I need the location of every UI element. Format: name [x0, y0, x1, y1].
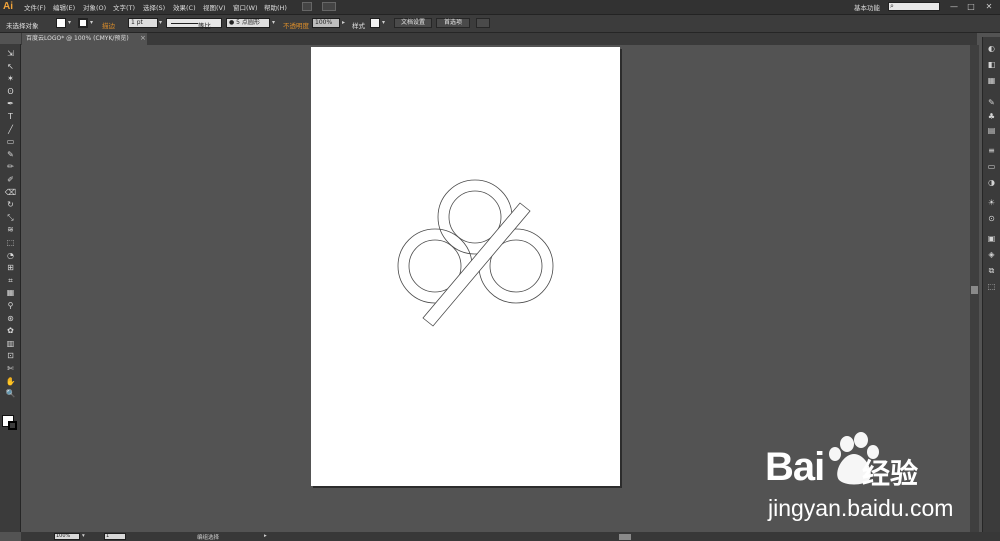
appearance-icon[interactable]: ☀: [986, 198, 997, 208]
selection-status: 未选择对象: [6, 22, 39, 30]
arrange-documents-button[interactable]: [322, 2, 336, 11]
vertical-scroll-thumb[interactable]: [971, 286, 978, 294]
transform-options-button[interactable]: [476, 18, 490, 28]
rotate-icon[interactable]: ↻: [4, 199, 17, 210]
mesh-icon[interactable]: ⌗: [4, 275, 17, 286]
opacity-field[interactable]: 100%: [312, 18, 340, 28]
bridge-button[interactable]: [302, 2, 312, 11]
pen-icon[interactable]: ✒: [4, 98, 17, 109]
brushes-icon[interactable]: ✎: [986, 98, 997, 108]
hand-icon[interactable]: ✋: [4, 376, 17, 387]
menu-item-select[interactable]: 选择(S): [143, 2, 165, 12]
brush-definition-field[interactable]: ● 5 点圆形: [226, 18, 270, 28]
chevron-down-icon[interactable]: ▾: [90, 19, 93, 26]
magic-wand-icon[interactable]: ✶: [4, 73, 17, 84]
transparency-icon[interactable]: ◑: [986, 178, 997, 188]
align-icon[interactable]: ◈: [986, 250, 997, 260]
menu-item-help[interactable]: 帮助(H): [264, 2, 287, 12]
maximize-button[interactable]: □: [963, 1, 979, 12]
stroke-swatch[interactable]: [78, 18, 88, 28]
artboards-icon[interactable]: ▣: [986, 234, 997, 244]
shape-builder-icon[interactable]: ◔: [4, 250, 17, 261]
transform-icon[interactable]: ⬚: [986, 282, 997, 292]
chevron-right-icon[interactable]: ▸: [342, 19, 345, 26]
watermark-brand-text: Bai: [765, 445, 825, 489]
pathfinder-icon[interactable]: ⧉: [986, 266, 997, 276]
document-tab[interactable]: 百度云LOGO* @ 100% (CMYK/预览): [22, 33, 147, 45]
status-text: 编组选择: [197, 535, 220, 541]
watermark-brand-suffix: 经验: [862, 457, 919, 490]
style-label: 样式: [352, 22, 365, 30]
stroke-profile-label: 等比: [198, 22, 211, 30]
perspective-grid-icon[interactable]: ⊞: [4, 262, 17, 273]
layers-icon[interactable]: ⊙: [986, 214, 997, 224]
artboard-icon[interactable]: ⊡: [4, 350, 17, 361]
stroke-weight-field[interactable]: 1 pt: [128, 18, 158, 28]
scale-icon[interactable]: ⤡: [4, 212, 17, 223]
close-window-button[interactable]: ✕: [981, 1, 997, 12]
stroke-profile-field[interactable]: [166, 18, 222, 28]
color-guide-icon[interactable]: ◧: [986, 60, 997, 70]
status-menu-arrow-icon[interactable]: ▸: [264, 533, 267, 539]
zoom-field[interactable]: 100%: [54, 533, 80, 540]
zoom-icon[interactable]: 🔍: [4, 388, 17, 399]
direct-selection-icon[interactable]: ↖: [4, 61, 17, 72]
blend-icon[interactable]: ⊛: [4, 313, 17, 324]
eyedropper-icon[interactable]: ⚲: [4, 300, 17, 311]
graphic-style-swatch[interactable]: [370, 18, 380, 28]
color-icon[interactable]: ◐: [986, 44, 997, 54]
workspace-switcher[interactable]: 基本功能: [854, 2, 880, 12]
line-segment-icon[interactable]: ╱: [4, 124, 17, 135]
horizontal-scroll-thumb[interactable]: [619, 534, 631, 540]
search-icon: ⌕: [890, 2, 894, 10]
chevron-down-icon[interactable]: ▾: [272, 19, 275, 26]
preferences-button[interactable]: 首选项: [436, 18, 470, 28]
rectangle-icon[interactable]: ▭: [4, 136, 17, 147]
blob-brush-icon[interactable]: ✐: [4, 174, 17, 185]
opacity-label[interactable]: 不透明度: [283, 20, 309, 30]
document-tab-bar: [21, 33, 977, 45]
selection-arrow-icon[interactable]: ⇲: [4, 48, 17, 59]
column-graph-icon[interactable]: ▥: [4, 338, 17, 349]
stroke-color-box[interactable]: [8, 421, 17, 430]
warp-icon[interactable]: ≋: [4, 224, 17, 235]
menu-item-object[interactable]: 对象(O): [83, 2, 106, 12]
artboard-navigation-field[interactable]: 1: [104, 533, 126, 540]
chevron-down-icon[interactable]: ▾: [82, 533, 85, 539]
status-bar: [21, 532, 1000, 541]
stroke-label[interactable]: 描边: [102, 20, 115, 30]
eraser-icon[interactable]: ⌫: [4, 187, 17, 198]
lasso-icon[interactable]: ʘ: [4, 86, 17, 97]
search-input[interactable]: [888, 2, 940, 11]
free-transform-icon[interactable]: ⬚: [4, 237, 17, 248]
type-icon[interactable]: T: [4, 111, 17, 122]
document-setup-button[interactable]: 文档设置: [394, 18, 432, 28]
menu-item-type[interactable]: 文字(T): [113, 2, 135, 12]
minimize-button[interactable]: —: [946, 1, 962, 12]
diagonal-bar: [422, 202, 531, 327]
menu-item-file[interactable]: 文件(F): [24, 2, 46, 12]
logo-artwork[interactable]: [311, 47, 620, 486]
app-logo: Ai: [3, 1, 13, 12]
fill-swatch[interactable]: [56, 18, 66, 28]
paintbrush-icon[interactable]: ✎: [4, 149, 17, 160]
stroke-icon[interactable]: ≡: [986, 146, 997, 156]
chevron-down-icon[interactable]: ▾: [382, 19, 385, 26]
chevron-down-icon[interactable]: ▾: [68, 19, 71, 26]
menu-item-effect[interactable]: 效果(C): [173, 2, 196, 12]
gradient-icon[interactable]: ▦: [4, 287, 17, 298]
pencil-icon[interactable]: ✏: [4, 161, 17, 172]
close-icon[interactable]: ×: [140, 34, 146, 42]
symbols-icon[interactable]: ♣: [986, 112, 997, 122]
graphic-styles-icon[interactable]: ▤: [986, 126, 997, 136]
watermark-url: jingyan.baidu.com: [768, 495, 954, 521]
menu-item-view[interactable]: 视图(V): [203, 2, 226, 12]
menu-item-edit[interactable]: 编辑(E): [53, 2, 75, 12]
chevron-down-icon[interactable]: ▾: [159, 19, 162, 26]
slice-icon[interactable]: ✄: [4, 363, 17, 374]
swatches-icon[interactable]: ▦: [986, 76, 997, 86]
gradient-panel-icon[interactable]: ▭: [986, 162, 997, 172]
menu-item-window[interactable]: 窗口(W): [233, 2, 258, 12]
symbol-sprayer-icon[interactable]: ✿: [4, 325, 17, 336]
